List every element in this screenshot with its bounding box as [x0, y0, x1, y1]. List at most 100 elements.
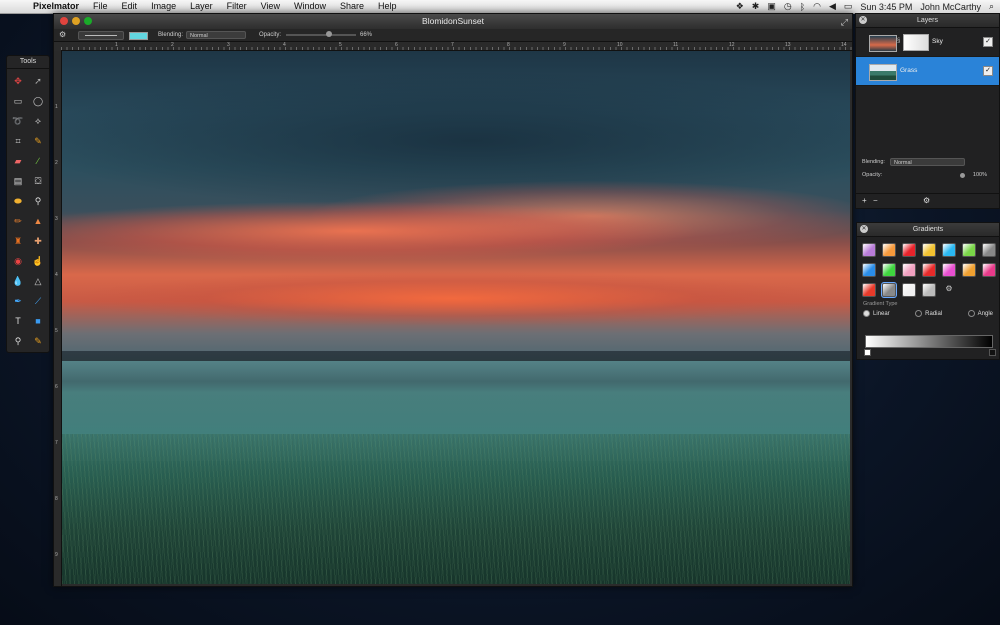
menu-edit[interactable]: Edit — [115, 0, 145, 13]
magic-wand-tool-icon[interactable]: ⚲ — [28, 191, 48, 211]
opacity-slider[interactable] — [286, 34, 356, 36]
layer-mask-thumbnail[interactable] — [903, 34, 929, 51]
layer-row-sky[interactable]: § Sky ✓ — [856, 28, 999, 57]
gradient-swatch[interactable] — [862, 263, 876, 277]
gradient-swatch[interactable] — [862, 243, 876, 257]
gradient-swatch[interactable] — [902, 283, 916, 297]
minimize-window-button[interactable] — [72, 17, 80, 25]
opacity-slider-knob[interactable] — [326, 31, 332, 37]
brush-tool-icon[interactable]: ∕ — [28, 151, 48, 171]
gradient-options-gear-icon[interactable]: ⚙ — [942, 283, 956, 297]
eyedropper-tool-icon[interactable]: ✎ — [28, 131, 48, 151]
menu-filter[interactable]: Filter — [220, 0, 254, 13]
sponge-tool-icon[interactable]: ⬬ — [8, 191, 28, 211]
sync-icon[interactable]: ✱ — [752, 1, 760, 12]
remove-layer-button[interactable]: − — [873, 196, 878, 205]
move-tool-icon[interactable]: ✥ — [8, 71, 28, 91]
menu-share[interactable]: Share — [333, 0, 371, 13]
gradient-swatch[interactable] — [982, 263, 996, 277]
brush-color-swatch[interactable] — [129, 32, 148, 40]
gradient-swatch[interactable] — [942, 263, 956, 277]
paint-bucket-tool-icon[interactable]: ⛋ — [28, 171, 48, 191]
gradient-preview-bar[interactable] — [865, 335, 993, 348]
lasso-tool-icon[interactable]: ➰ — [8, 111, 28, 131]
gradient-swatch[interactable] — [862, 283, 876, 297]
menu-file[interactable]: File — [86, 0, 115, 13]
title-bar[interactable]: BlomidonSunset ⤢ — [54, 14, 852, 29]
gradient-swatch[interactable] — [922, 283, 936, 297]
bluetooth-icon[interactable]: ᛒ — [800, 2, 805, 12]
image-canvas[interactable] — [62, 51, 850, 584]
burn-tool-icon[interactable]: ▲ — [28, 211, 48, 231]
gradient-swatch[interactable] — [922, 243, 936, 257]
healing-tool-icon[interactable]: ✚ — [28, 231, 48, 251]
layer-row-grass[interactable]: Grass ✓ — [856, 57, 999, 86]
zoom-window-button[interactable] — [84, 17, 92, 25]
gradient-stop-start[interactable] — [864, 349, 871, 356]
menu-help[interactable]: Help — [371, 0, 404, 13]
radio-icon[interactable] — [863, 309, 870, 317]
pen-tool-icon[interactable]: ✒ — [8, 291, 28, 311]
wifi-icon[interactable]: ◠ — [813, 1, 821, 12]
mask-link-icon[interactable]: § — [897, 38, 900, 44]
dropbox-icon[interactable]: ❖ — [736, 1, 744, 12]
clock[interactable]: Sun 3:45 PM — [860, 2, 912, 12]
layers-palette-title[interactable]: ✕ Layers — [856, 14, 999, 28]
gradient-swatch[interactable] — [982, 243, 996, 257]
volume-icon[interactable]: ◀ — [829, 1, 836, 12]
ellipse-select-tool-icon[interactable]: ◯ — [28, 91, 48, 111]
close-palette-icon[interactable]: ✕ — [860, 225, 868, 233]
brush-preset-selector[interactable] — [78, 31, 124, 40]
layer-options-gear-icon[interactable]: ⚙ — [923, 196, 930, 205]
fullscreen-icon[interactable]: ⤢ — [841, 15, 848, 30]
rect-select-tool-icon[interactable]: ▭ — [8, 91, 28, 111]
layer-blending-select[interactable]: Normal — [890, 158, 965, 166]
gradients-palette-title[interactable]: ✕ Gradients — [857, 223, 999, 237]
close-window-button[interactable] — [60, 17, 68, 25]
layer-opacity-slider-knob[interactable] — [960, 173, 965, 178]
gradient-tool-icon[interactable]: ▤ — [8, 171, 28, 191]
layer-visibility-checkbox[interactable]: ✓ — [983, 66, 993, 76]
selection-arrow-tool-icon[interactable]: ➚ — [28, 71, 48, 91]
gradient-stop-end[interactable] — [989, 349, 996, 356]
close-palette-icon[interactable]: ✕ — [859, 16, 867, 24]
menu-app-name[interactable]: Pixelmator — [26, 0, 86, 13]
gradient-swatch[interactable] — [881, 282, 897, 298]
tools-palette-title[interactable]: Tools — [7, 56, 49, 69]
battery-icon[interactable]: ▭ — [844, 1, 853, 12]
layer-visibility-checkbox[interactable]: ✓ — [983, 37, 993, 47]
clone-stamp-tool-icon[interactable]: ♜ — [8, 231, 28, 251]
add-layer-button[interactable]: + — [862, 196, 867, 205]
blending-select[interactable]: Normal — [186, 31, 246, 39]
gradient-type-radial[interactable]: Radial — [915, 309, 942, 320]
menu-window[interactable]: Window — [287, 0, 333, 13]
gradient-type-angle[interactable]: Angle — [967, 309, 993, 320]
blur-tool-icon[interactable]: 💧 — [8, 271, 28, 291]
tool-options-gear-icon[interactable]: ⚙ — [59, 29, 66, 41]
color-picker-tool-icon[interactable]: ✎ — [28, 331, 48, 351]
eraser-tool-icon[interactable]: ▰ — [8, 151, 28, 171]
gradient-swatch[interactable] — [962, 263, 976, 277]
crop-tool-icon[interactable]: ⌗ — [8, 131, 28, 151]
gradient-swatch[interactable] — [962, 243, 976, 257]
time-machine-icon[interactable]: ◷ — [784, 1, 792, 12]
gradient-swatch[interactable] — [882, 263, 896, 277]
line-tool-icon[interactable]: ⟋ — [28, 291, 48, 311]
menu-layer[interactable]: Layer — [183, 0, 220, 13]
gradient-swatch[interactable] — [922, 263, 936, 277]
radio-icon[interactable] — [967, 309, 975, 317]
shape-tool-icon[interactable]: ■ — [28, 311, 48, 331]
menu-image[interactable]: Image — [144, 0, 183, 13]
smudge-tool-icon[interactable]: ☝ — [28, 251, 48, 271]
red-eye-tool-icon[interactable]: ◉ — [8, 251, 28, 271]
spotlight-icon[interactable]: ⌕ — [989, 1, 994, 12]
type-tool-icon[interactable]: T — [8, 311, 28, 331]
zoom-tool-icon[interactable]: ⚲ — [8, 331, 28, 351]
pencil-tool-icon[interactable]: ✏ — [8, 211, 28, 231]
menu-view[interactable]: View — [254, 0, 287, 13]
gradient-swatch[interactable] — [902, 263, 916, 277]
gradient-swatch[interactable] — [882, 243, 896, 257]
gradient-type-linear[interactable]: Linear — [863, 309, 890, 320]
polygon-lasso-tool-icon[interactable]: ⟡ — [28, 111, 48, 131]
gradient-swatch[interactable] — [902, 243, 916, 257]
